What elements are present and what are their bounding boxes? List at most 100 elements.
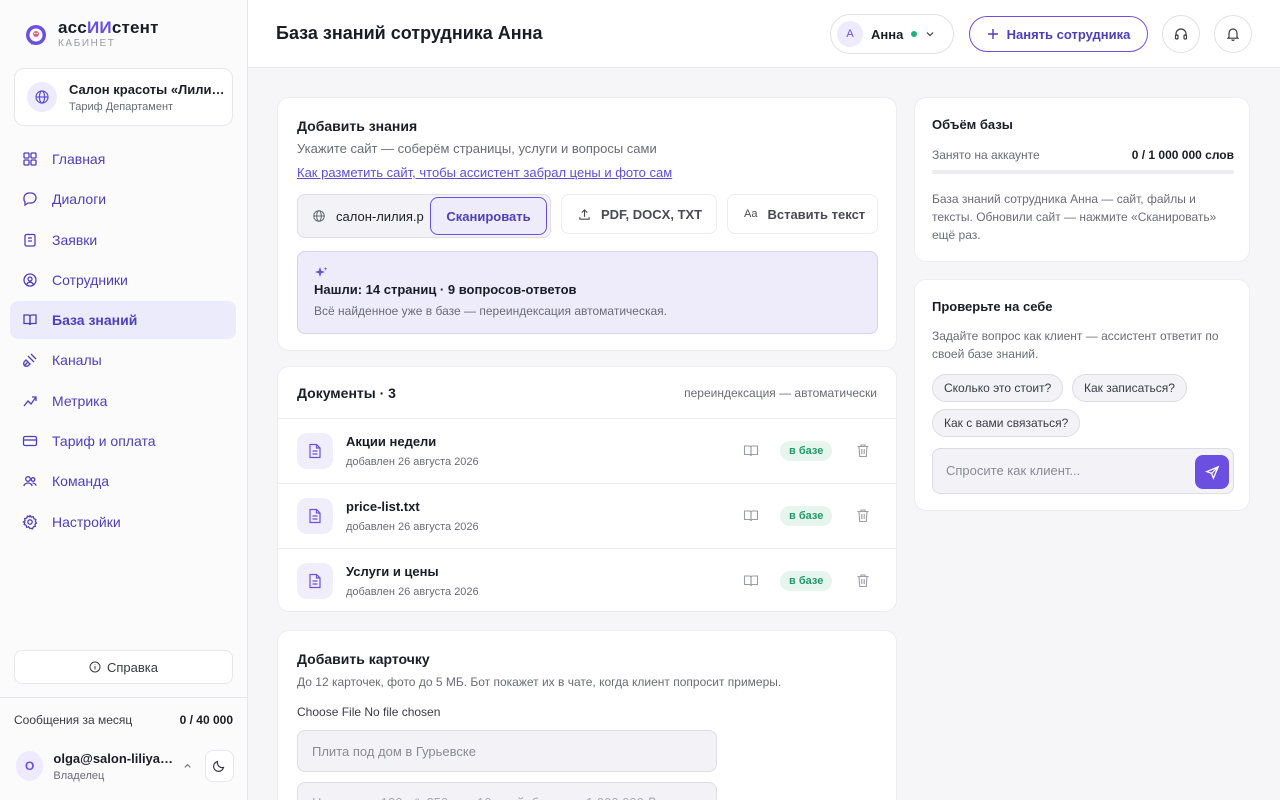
hire-label: Нанять сотрудника <box>1006 26 1131 42</box>
table-row[interactable]: price-list.txt добавлен 26 августа 2026 … <box>278 483 896 548</box>
card-title-input[interactable]: Плита под дом в Гурьевске <box>297 730 717 772</box>
sidebar-item-label: Тариф и оплата <box>52 433 156 450</box>
document-date: добавлен 26 августа 2026 <box>346 521 479 533</box>
try-yourself-card: Проверьте на себе Задайте вопрос как кли… <box>914 279 1250 511</box>
globe-icon <box>27 82 57 112</box>
help-button[interactable]: Справка <box>14 650 233 684</box>
scan-result-title: Нашли: 14 страниц · 9 вопросов-ответов <box>314 282 577 297</box>
volume-value: 0 / 1 000 000 слов <box>1131 148 1234 162</box>
brand-subtitle: КАБИНЕТ <box>58 38 116 49</box>
divider <box>0 697 247 698</box>
scan-result-box: Нашли: 14 страниц · 9 вопросов-ответов В… <box>297 251 878 334</box>
sidebar-item-knowledge-base[interactable]: База знаний <box>10 301 236 340</box>
info-icon <box>89 661 101 673</box>
globe-icon <box>313 210 325 222</box>
preview-icon[interactable] <box>743 444 759 458</box>
gear-icon <box>22 513 38 530</box>
support-button[interactable] <box>1162 15 1200 53</box>
sidebar-item-label: Метрика <box>52 392 108 409</box>
status-badge: в базе <box>780 506 833 526</box>
suggestion-chip-booking[interactable]: Как записаться? <box>1072 374 1187 402</box>
volume-title: Объём базы <box>932 117 1013 132</box>
page-title: База знаний сотрудника Анна <box>276 23 543 43</box>
scan-button[interactable]: Сканировать <box>430 197 547 235</box>
suggestion-chip-price[interactable]: Сколько это стоит? <box>932 374 1064 402</box>
documents-title: Документы · 3 <box>297 385 396 401</box>
table-row[interactable]: Услуги и цены добавлен 26 августа 2026 в… <box>278 548 896 613</box>
user-role: Владелец <box>53 769 105 782</box>
sidebar-item-team[interactable]: Команда <box>10 462 236 500</box>
send-button[interactable] <box>1195 455 1229 489</box>
markup-guide-link[interactable]: Как разметить сайт, чтобы ассистент забр… <box>297 165 672 180</box>
table-row[interactable]: Акции недели добавлен 26 августа 2026 в … <box>278 418 896 483</box>
top-header: База знаний сотрудника Анна А Анна Нанят… <box>248 0 1280 68</box>
chevron-up-icon[interactable] <box>183 761 192 771</box>
sidebar-item-settings[interactable]: Настройки <box>10 503 236 541</box>
add-knowledge-title: Добавить знания <box>297 118 418 134</box>
headset-icon <box>1174 28 1188 40</box>
chat-icon <box>23 192 37 207</box>
status-badge: в базе <box>780 441 833 461</box>
chart-icon <box>23 396 37 407</box>
usage-label: Сообщения за месяц <box>14 713 133 727</box>
preview-icon[interactable] <box>743 509 759 523</box>
card-description-input[interactable]: Например: 120 м², 350 мм, 10 дней, бетон… <box>297 782 717 800</box>
document-name: Услуги и цены <box>346 564 439 579</box>
org-switcher[interactable]: Салон красоты «Лилия» Тариф Департамент <box>14 68 233 126</box>
add-knowledge-description: Укажите сайт — соберём страницы, услуги … <box>297 141 657 156</box>
org-plan: Тариф Департамент <box>69 100 174 113</box>
clipboard-icon <box>24 233 36 247</box>
sidebar-item-employees[interactable]: Сотрудники <box>10 261 236 299</box>
check-title: Проверьте на себе <box>932 299 1053 314</box>
plug-icon <box>23 354 37 368</box>
brand-name: ассИИстент <box>58 18 159 37</box>
sidebar-item-metrics[interactable]: Метрика <box>10 382 236 420</box>
user-menu[interactable]: O olga@salon-liliya.ru Владелец <box>16 750 234 782</box>
upload-icon <box>579 208 590 220</box>
sidebar-item-requests[interactable]: Заявки <box>10 221 236 259</box>
send-icon <box>1204 465 1219 480</box>
file-chooser[interactable]: Choose File No file chosen <box>297 705 440 719</box>
add-card-description: До 12 карточек, фото до 5 МБ. Бот покаже… <box>297 675 782 689</box>
trash-icon[interactable] <box>856 508 870 523</box>
bell-icon <box>1226 28 1240 41</box>
brand[interactable]: ассИИстент КАБИНЕТ <box>24 18 159 49</box>
document-icon <box>297 563 333 599</box>
book-icon <box>23 314 37 326</box>
grid-icon <box>23 152 37 166</box>
avatar: O <box>16 751 44 781</box>
theme-toggle-button[interactable] <box>204 750 234 782</box>
sidebar-item-dialogs[interactable]: Диалоги <box>10 180 236 218</box>
document-date: добавлен 26 августа 2026 <box>346 456 479 468</box>
help-label: Справка <box>107 659 158 675</box>
sidebar-item-billing[interactable]: Тариф и оплата <box>10 422 236 460</box>
online-status-dot <box>911 31 918 37</box>
documents-card: Документы · 3 переиндексация — автоматич… <box>277 366 897 612</box>
plus-icon <box>987 29 998 39</box>
sidebar-item-label: Команда <box>52 473 110 490</box>
paste-text-button[interactable]: Aa Вставить текст <box>727 194 878 234</box>
preview-icon[interactable] <box>743 574 759 588</box>
check-description: Задайте вопрос как клиент — ассистент от… <box>932 329 1219 361</box>
ask-input[interactable]: Спросите как клиент... <box>932 448 1234 494</box>
sidebar-item-channels[interactable]: Каналы <box>10 341 236 379</box>
ask-placeholder: Спросите как клиент... <box>946 463 1081 478</box>
trash-icon[interactable] <box>856 573 870 588</box>
site-url-input[interactable]: салон-лилия.рф Сканировать <box>297 194 551 238</box>
employee-selector[interactable]: А Анна <box>830 14 954 54</box>
upload-files-label: PDF, DOCX, TXT <box>601 206 703 222</box>
sidebar-item-label: База знаний <box>52 312 138 329</box>
moon-icon <box>213 760 225 772</box>
text-format-icon: Aa <box>744 208 758 220</box>
base-volume-card: Объём базы Занято на аккаунте 0 / 1 000 … <box>914 97 1250 262</box>
upload-files-button[interactable]: PDF, DOCX, TXT <box>561 194 717 234</box>
trash-icon[interactable] <box>856 443 870 458</box>
sidebar-item-label: Каналы <box>52 352 102 369</box>
scan-result-note: Всё найденное уже в базе — переиндексаци… <box>314 304 667 318</box>
suggestion-chip-contact[interactable]: Как с вами связаться? <box>932 409 1081 437</box>
sidebar-item-home[interactable]: Главная <box>10 140 236 178</box>
hire-employee-button[interactable]: Нанять сотрудника <box>969 16 1148 52</box>
notifications-button[interactable] <box>1214 15 1252 53</box>
sidebar-nav: Главная Диалоги Заявки Сотрудники База з… <box>10 140 236 543</box>
sparkle-icon <box>315 267 328 277</box>
